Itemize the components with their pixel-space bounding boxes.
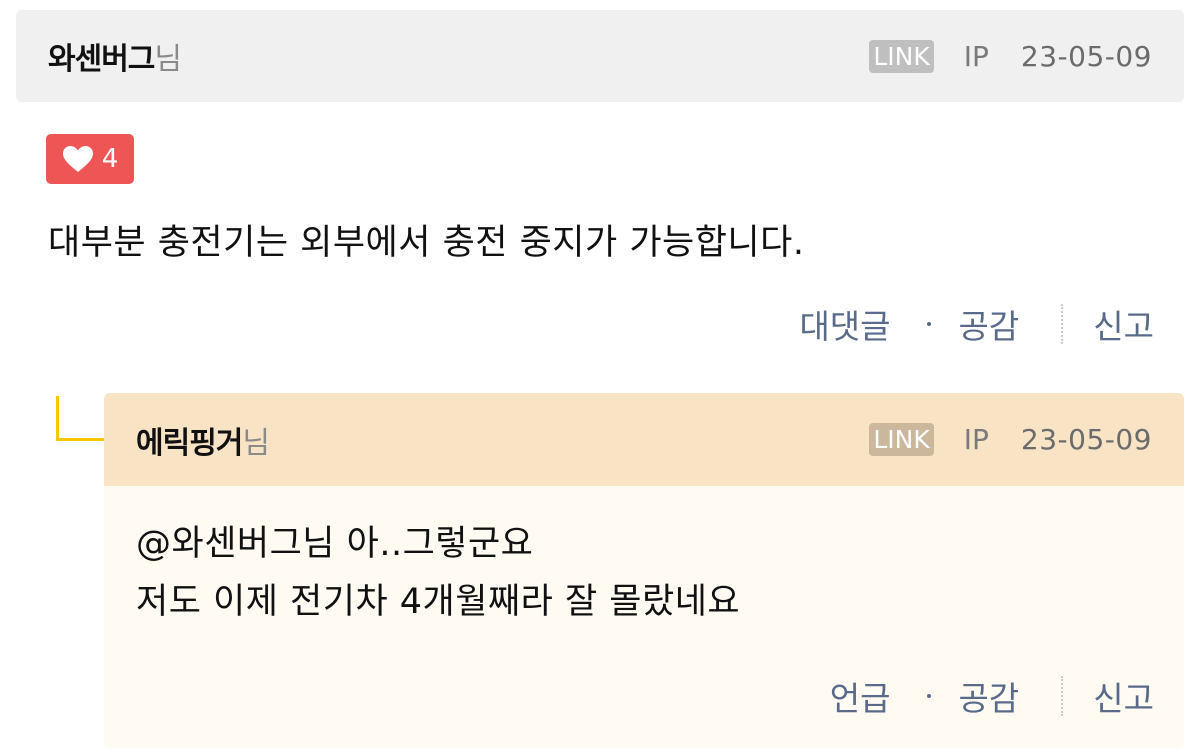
ip-label: IP xyxy=(963,423,989,456)
reply-connector-line xyxy=(56,396,107,441)
reply-meta: LINK IP 23-05-09 xyxy=(869,393,1152,486)
report-button[interactable]: 신고 xyxy=(1093,300,1154,348)
reply-author-suffix: 님 xyxy=(242,425,271,461)
comment-date: 23-05-09 xyxy=(1020,39,1152,73)
comment-header: 와센버그 님 LINK IP 23-05-09 xyxy=(16,10,1184,102)
comment-actions: 대댓글 공감 신고 xyxy=(799,300,1154,348)
action-divider xyxy=(1061,304,1064,344)
reply-button[interactable]: 대댓글 xyxy=(799,300,890,348)
comment-body: 대부분 충전기는 외부에서 충전 중지가 가능합니다. xyxy=(48,223,805,263)
comment-meta: LINK IP 23-05-09 xyxy=(869,10,1152,102)
like-badge[interactable]: 4 xyxy=(46,134,134,184)
action-divider xyxy=(1061,676,1064,716)
reply-author-name[interactable]: 에릭핑거 xyxy=(136,418,243,462)
comment-thread: 와센버그 님 LINK IP 23-05-09 4 대부분 충전기는 외부에서 충… xyxy=(0,0,1200,756)
link-badge[interactable]: LINK xyxy=(869,423,934,456)
link-badge[interactable]: LINK xyxy=(869,39,934,73)
like-button[interactable]: 공감 xyxy=(959,672,1020,720)
reply-body-line: @와센버그님 아..그렇군요 xyxy=(136,524,534,564)
heart-icon xyxy=(62,146,93,172)
ip-label: IP xyxy=(963,39,989,73)
comment-author-name[interactable]: 와센버그 xyxy=(48,34,155,78)
reply-author[interactable]: 에릭핑거 님 xyxy=(136,393,270,486)
reply-body-line: 저도 이제 전기차 4개월째라 잘 몰랐네요 xyxy=(136,582,741,622)
comment-author[interactable]: 와센버그 님 xyxy=(48,10,182,102)
reply-date: 23-05-09 xyxy=(1020,423,1152,456)
like-count: 4 xyxy=(101,144,119,174)
reply-body: @와센버그님 아..그렇군요 저도 이제 전기차 4개월째라 잘 몰랐네요 xyxy=(136,515,740,631)
action-separator-dot xyxy=(926,322,931,326)
report-button[interactable]: 신고 xyxy=(1093,672,1154,720)
reply-header: 에릭핑거 님 LINK IP 23-05-09 xyxy=(104,393,1184,486)
reply: 에릭핑거 님 LINK IP 23-05-09 @와센버그님 아..그렇군요 저도… xyxy=(104,393,1184,748)
mention-button[interactable]: 언급 xyxy=(830,672,891,720)
action-separator-dot xyxy=(926,694,931,698)
reply-actions: 언급 공감 신고 xyxy=(830,672,1154,720)
like-button[interactable]: 공감 xyxy=(959,300,1020,348)
comment-author-suffix: 님 xyxy=(154,42,183,77)
